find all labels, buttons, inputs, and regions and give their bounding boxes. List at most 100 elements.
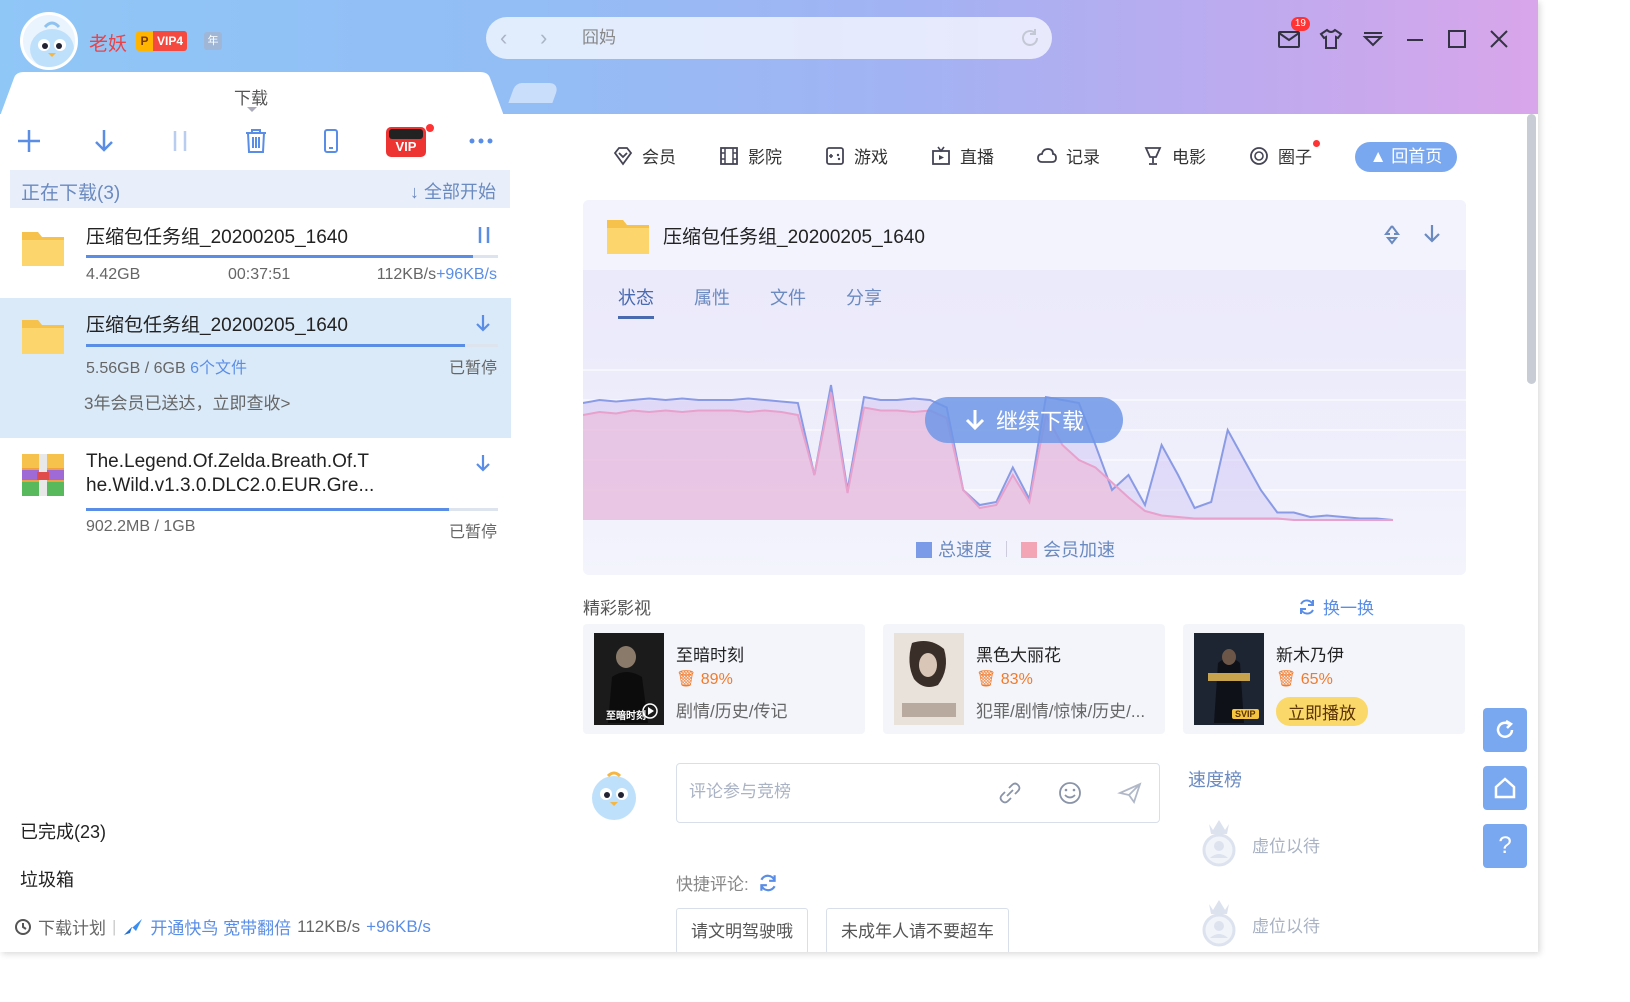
download-icon[interactable] [473, 312, 493, 334]
home-button[interactable]: ▲ 回首页 [1355, 142, 1457, 172]
menu-dropdown-icon[interactable] [1360, 26, 1386, 52]
legend-divider [1006, 541, 1007, 557]
download-icon[interactable] [1420, 222, 1444, 246]
nav-item-circle[interactable]: 圈子 [1248, 140, 1320, 168]
movie-card[interactable]: SVIP 新木乃伊 🗑 65% 立即播放 [1183, 624, 1465, 734]
attach-link-icon[interactable] [997, 780, 1023, 806]
start-all-button[interactable]: ↓ 全部开始 [410, 178, 496, 204]
task-size: 902.2MB / 1GB [86, 518, 196, 535]
nav-item-member[interactable]: 会员 [612, 143, 676, 168]
more-icon[interactable] [466, 126, 496, 156]
subtab-share[interactable]: 分享 [846, 284, 882, 319]
add-icon[interactable] [14, 126, 44, 156]
pause-icon[interactable] [165, 126, 195, 156]
task-file-count[interactable]: 6个文件 [190, 360, 247, 377]
nav-item-movies[interactable]: 电影 [1142, 143, 1206, 168]
quick-comment-text: 快捷评论: [676, 875, 749, 894]
vip-toolbar-button[interactable]: VIP [386, 127, 426, 157]
task-progress-bar [86, 344, 498, 347]
download-icon[interactable] [473, 452, 493, 474]
close-icon[interactable] [1486, 26, 1512, 52]
search-input[interactable] [582, 26, 1002, 50]
delete-icon[interactable] [241, 126, 271, 156]
task-speed: 112KB/s+96KB/s [377, 266, 497, 284]
nav-item-games[interactable]: 游戏 [824, 143, 888, 168]
window-controls: 19 [1276, 17, 1512, 52]
comment-input[interactable] [689, 782, 989, 802]
movie-genre: 剧情/历史/传记 [676, 702, 788, 721]
emoji-icon[interactable] [1057, 780, 1083, 806]
skin-shirt-icon[interactable] [1318, 26, 1344, 52]
resume-download-button[interactable]: 继续下载 [925, 397, 1123, 443]
speedup-promo-link[interactable]: 开通快鸟 宽带翻倍 [150, 914, 291, 939]
circle-icon [1250, 146, 1268, 165]
status-footer: 下载计划 | 开通快鸟 宽带翻倍 112KB/s +96KB/s [14, 914, 431, 939]
sidebar-item-trash[interactable]: 垃圾箱 [20, 866, 74, 892]
tab-new[interactable] [508, 83, 560, 103]
subtab-properties[interactable]: 属性 [694, 284, 730, 319]
quick-comment-button[interactable]: 请文明驾驶哦 [676, 908, 808, 952]
side-refresh-button[interactable] [1483, 708, 1527, 752]
scrollbar-thumb[interactable] [1527, 114, 1536, 384]
rank-item: 虚位以待 [1196, 898, 1376, 948]
movie-card[interactable]: 黑色大丽花 🗑 83% 犯罪/剧情/惊悚/历史/... [883, 624, 1165, 734]
username[interactable]: 老妖 [89, 29, 127, 56]
movie-score: 🗑 83% [976, 671, 1033, 688]
refresh-movies-button[interactable]: 换一换 [1297, 594, 1374, 619]
vip-gift-link[interactable]: 3年会员已送达，立即查收> [84, 389, 290, 414]
folder-icon [22, 232, 64, 266]
nav-item-live[interactable]: 直播 [930, 143, 994, 168]
quick-comment-button[interactable]: 未成年人请不要超车 [826, 908, 1009, 952]
download-arrow-icon [965, 410, 985, 431]
refresh-movies-label: 换一换 [1323, 599, 1374, 618]
folder-icon [22, 320, 64, 354]
side-home-button[interactable] [1483, 766, 1527, 810]
nav-item-label: 直播 [960, 148, 994, 167]
user-avatar[interactable] [20, 12, 78, 70]
resume-download-label: 继续下载 [995, 409, 1084, 434]
download-task-row[interactable]: The.Legend.Of.Zelda.Breath.Of.T he.Wild.v… [0, 438, 511, 548]
pause-icon[interactable] [475, 224, 493, 246]
task-progress-bar [86, 255, 498, 258]
legend-label: 总速度 [938, 540, 992, 560]
task-name-line1: The.Legend.Of.Zelda.Breath.Of.T [86, 451, 370, 472]
maximize-icon[interactable] [1444, 26, 1470, 52]
task-size: 5.56GB / 6GB 6个文件 [86, 354, 247, 378]
movie-score: 🗑 65% [1276, 671, 1333, 688]
sidebar-item-completed[interactable]: 已完成(23) [20, 818, 106, 844]
nav-item-records[interactable]: 记录 [1036, 143, 1100, 168]
subtab-status[interactable]: 状态 [618, 284, 654, 319]
movie-poster[interactable]: SVIP [1194, 633, 1264, 725]
download-task-row[interactable]: 压缩包任务组_20200205_1640 4.42GB 00:37:51 112… [0, 208, 511, 298]
movie-card[interactable]: 至暗时刻 至暗时刻 🗑 89% 剧情/历史/传记 [583, 624, 865, 734]
movie-title: 新木乃伊 [1276, 646, 1344, 665]
vip-p-label: P [136, 31, 153, 51]
play-now-button[interactable]: 立即播放 [1276, 697, 1368, 726]
download-icon[interactable] [89, 126, 119, 156]
send-icon[interactable] [1117, 780, 1143, 806]
download-plan-link[interactable]: 下载计划 [38, 914, 106, 939]
subtab-files[interactable]: 文件 [770, 284, 806, 319]
movie-poster[interactable]: 至暗时刻 [594, 633, 664, 725]
recycle-icon[interactable] [1380, 222, 1404, 246]
phone-icon[interactable] [316, 126, 346, 156]
speed-rank-title: 速度榜 [1188, 770, 1242, 790]
nav-item-cinema[interactable]: 影院 [718, 143, 782, 168]
side-help-button[interactable]: ? [1483, 824, 1527, 868]
scrollbar[interactable] [1525, 114, 1538, 952]
vip-level-label: VIP4 [153, 31, 188, 51]
minimize-icon[interactable] [1402, 26, 1428, 52]
movie-poster[interactable] [894, 633, 964, 725]
refresh-icon[interactable] [1018, 26, 1042, 50]
vip-level-badge[interactable]: P VIP4 [136, 31, 188, 51]
start-all-label: 全部开始 [424, 182, 496, 202]
refresh-icon[interactable] [757, 872, 779, 894]
back-icon[interactable]: ‹ [500, 25, 507, 51]
detail-title: 压缩包任务组_20200205_1640 [663, 227, 925, 248]
rank-placeholder: 虚位以待 [1252, 837, 1320, 856]
mail-icon[interactable]: 19 [1276, 17, 1310, 52]
vip-year-badge: 年 [204, 32, 222, 50]
downloading-title[interactable]: 正在下载(3) [21, 178, 120, 205]
download-task-row[interactable]: 压缩包任务组_20200205_1640 5.56GB / 6GB 6个文件 已… [0, 298, 511, 438]
forward-icon[interactable]: › [540, 25, 547, 51]
